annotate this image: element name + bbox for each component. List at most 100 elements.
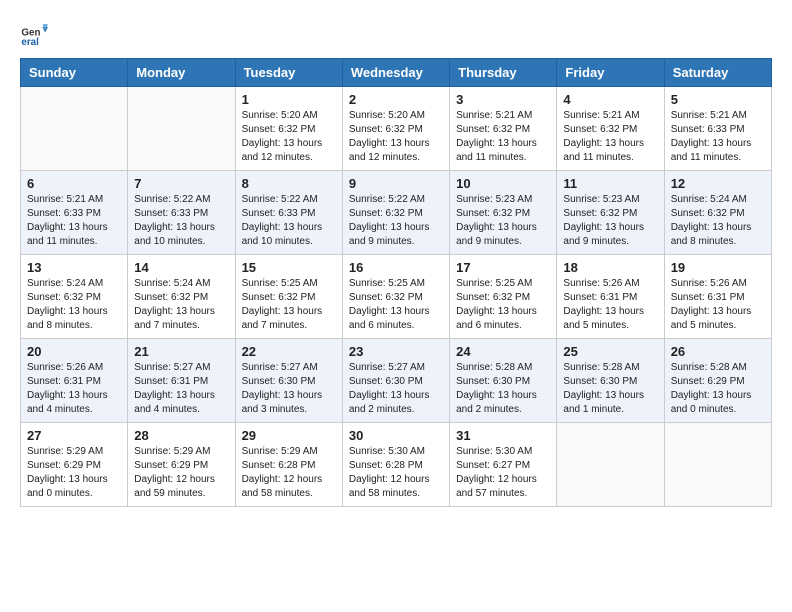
day-info: Sunrise: 5:28 AM Sunset: 6:29 PM Dayligh… [671,361,765,417]
day-number: 20 [27,344,121,359]
day-info: Sunrise: 5:26 AM Sunset: 6:31 PM Dayligh… [27,361,121,417]
day-info: Sunrise: 5:21 AM Sunset: 6:33 PM Dayligh… [671,109,765,165]
calendar-cell [557,423,664,507]
day-info: Sunrise: 5:21 AM Sunset: 6:33 PM Dayligh… [27,193,121,249]
day-number: 6 [27,176,121,191]
weekday-header: Saturday [664,59,771,87]
day-number: 8 [242,176,336,191]
logo-icon: Gen eral [20,20,48,48]
calendar-cell: 31Sunrise: 5:30 AM Sunset: 6:27 PM Dayli… [450,423,557,507]
calendar-header-row: SundayMondayTuesdayWednesdayThursdayFrid… [21,59,772,87]
day-info: Sunrise: 5:28 AM Sunset: 6:30 PM Dayligh… [563,361,657,417]
calendar-cell: 26 Sunrise: 5:28 AM Sunset: 6:29 PM Dayli… [664,339,771,423]
weekday-header: Wednesday [342,59,449,87]
day-info: Sunrise: 5:27 AM Sunset: 6:30 PM Dayligh… [349,361,443,417]
calendar-cell: 24 Sunrise: 5:28 AM Sunset: 6:30 PM Dayli… [450,339,557,423]
day-number: 26 [671,344,765,359]
day-info: Sunrise: 5:24 AM Sunset: 6:32 PM Dayligh… [671,193,765,249]
day-number: 27 [27,428,121,443]
day-number: 18 [563,260,657,275]
day-number: 9 [349,176,443,191]
calendar-cell: 16 Sunrise: 5:25 AM Sunset: 6:32 PM Dayli… [342,255,449,339]
calendar-cell [664,423,771,507]
day-number: 24 [456,344,550,359]
day-info: Sunrise: 5:27 AM Sunset: 6:31 PM Dayligh… [134,361,228,417]
calendar-cell [21,87,128,171]
calendar-week-row: 1Sunrise: 5:20 AM Sunset: 6:32 PM Daylig… [21,87,772,171]
calendar-cell: 1Sunrise: 5:20 AM Sunset: 6:32 PM Daylig… [235,87,342,171]
day-number: 4 [563,92,657,107]
calendar: SundayMondayTuesdayWednesdayThursdayFrid… [20,58,772,507]
calendar-cell: 20 Sunrise: 5:26 AM Sunset: 6:31 PM Dayli… [21,339,128,423]
weekday-header: Friday [557,59,664,87]
calendar-cell: 19Sunrise: 5:26 AM Sunset: 6:31 PM Dayli… [664,255,771,339]
calendar-cell: 5 Sunrise: 5:21 AM Sunset: 6:33 PM Daylig… [664,87,771,171]
day-info: Sunrise: 5:24 AM Sunset: 6:32 PM Dayligh… [27,277,121,333]
weekday-header: Thursday [450,59,557,87]
calendar-cell: 10 Sunrise: 5:23 AM Sunset: 6:32 PM Dayli… [450,171,557,255]
day-info: Sunrise: 5:27 AM Sunset: 6:30 PM Dayligh… [242,361,336,417]
day-info: Sunrise: 5:30 AM Sunset: 6:28 PM Dayligh… [349,445,443,501]
logo: Gen eral [20,20,52,48]
day-info: Sunrise: 5:29 AM Sunset: 6:28 PM Dayligh… [242,445,336,501]
day-number: 25 [563,344,657,359]
header: Gen eral [20,20,772,48]
calendar-cell: 11 Sunrise: 5:23 AM Sunset: 6:32 PM Dayli… [557,171,664,255]
calendar-cell: 15 Sunrise: 5:25 AM Sunset: 6:32 PM Dayli… [235,255,342,339]
day-number: 29 [242,428,336,443]
svg-text:eral: eral [21,37,39,48]
calendar-cell: 17 Sunrise: 5:25 AM Sunset: 6:32 PM Dayli… [450,255,557,339]
day-number: 10 [456,176,550,191]
day-info: Sunrise: 5:22 AM Sunset: 6:33 PM Dayligh… [242,193,336,249]
day-info: Sunrise: 5:22 AM Sunset: 6:32 PM Dayligh… [349,193,443,249]
calendar-cell: 30 Sunrise: 5:30 AM Sunset: 6:28 PM Dayli… [342,423,449,507]
day-info: Sunrise: 5:28 AM Sunset: 6:30 PM Dayligh… [456,361,550,417]
day-number: 28 [134,428,228,443]
day-number: 21 [134,344,228,359]
calendar-cell: 4 Sunrise: 5:21 AM Sunset: 6:32 PM Daylig… [557,87,664,171]
day-number: 17 [456,260,550,275]
day-info: Sunrise: 5:25 AM Sunset: 6:32 PM Dayligh… [242,277,336,333]
calendar-week-row: 20 Sunrise: 5:26 AM Sunset: 6:31 PM Dayli… [21,339,772,423]
day-number: 15 [242,260,336,275]
calendar-cell: 18 Sunrise: 5:26 AM Sunset: 6:31 PM Dayli… [557,255,664,339]
calendar-cell: 29 Sunrise: 5:29 AM Sunset: 6:28 PM Dayli… [235,423,342,507]
calendar-cell: 22 Sunrise: 5:27 AM Sunset: 6:30 PM Dayli… [235,339,342,423]
day-number: 3 [456,92,550,107]
day-info: Sunrise: 5:21 AM Sunset: 6:32 PM Dayligh… [456,109,550,165]
calendar-cell: 13 Sunrise: 5:24 AM Sunset: 6:32 PM Dayli… [21,255,128,339]
day-info: Sunrise: 5:23 AM Sunset: 6:32 PM Dayligh… [563,193,657,249]
day-number: 16 [349,260,443,275]
calendar-cell: 27Sunrise: 5:29 AM Sunset: 6:29 PM Dayli… [21,423,128,507]
day-number: 31 [456,428,550,443]
day-info: Sunrise: 5:26 AM Sunset: 6:31 PM Dayligh… [563,277,657,333]
calendar-cell: 2Sunrise: 5:20 AM Sunset: 6:32 PM Daylig… [342,87,449,171]
day-info: Sunrise: 5:21 AM Sunset: 6:32 PM Dayligh… [563,109,657,165]
weekday-header: Sunday [21,59,128,87]
day-number: 7 [134,176,228,191]
day-info: Sunrise: 5:24 AM Sunset: 6:32 PM Dayligh… [134,277,228,333]
calendar-cell: 6 Sunrise: 5:21 AM Sunset: 6:33 PM Daylig… [21,171,128,255]
calendar-cell: 25 Sunrise: 5:28 AM Sunset: 6:30 PM Dayli… [557,339,664,423]
day-info: Sunrise: 5:20 AM Sunset: 6:32 PM Dayligh… [349,109,443,165]
calendar-cell: 7 Sunrise: 5:22 AM Sunset: 6:33 PM Daylig… [128,171,235,255]
day-info: Sunrise: 5:20 AM Sunset: 6:32 PM Dayligh… [242,109,336,165]
day-info: Sunrise: 5:29 AM Sunset: 6:29 PM Dayligh… [134,445,228,501]
calendar-week-row: 27 Sunrise: 5:29 AM Sunset: 6:29 PM Dayli… [21,423,772,507]
day-number: 30 [349,428,443,443]
day-info: Sunrise: 5:25 AM Sunset: 6:32 PM Dayligh… [349,277,443,333]
calendar-cell: 28 Sunrise: 5:29 AM Sunset: 6:29 PM Dayli… [128,423,235,507]
day-number: 11 [563,176,657,191]
day-info: Sunrise: 5:23 AM Sunset: 6:32 PM Dayligh… [456,193,550,249]
day-number: 22 [242,344,336,359]
day-info: Sunrise: 5:26 AM Sunset: 6:31 PM Dayligh… [671,277,765,333]
day-number: 5 [671,92,765,107]
calendar-cell: 14Sunrise: 5:24 AM Sunset: 6:32 PM Dayli… [128,255,235,339]
day-info: Sunrise: 5:25 AM Sunset: 6:32 PM Dayligh… [456,277,550,333]
weekday-header: Tuesday [235,59,342,87]
calendar-week-row: 13 Sunrise: 5:24 AM Sunset: 6:32 PM Dayli… [21,255,772,339]
calendar-cell [128,87,235,171]
day-info: Sunrise: 5:22 AM Sunset: 6:33 PM Dayligh… [134,193,228,249]
day-number: 13 [27,260,121,275]
calendar-cell: 23Sunrise: 5:27 AM Sunset: 6:30 PM Dayli… [342,339,449,423]
